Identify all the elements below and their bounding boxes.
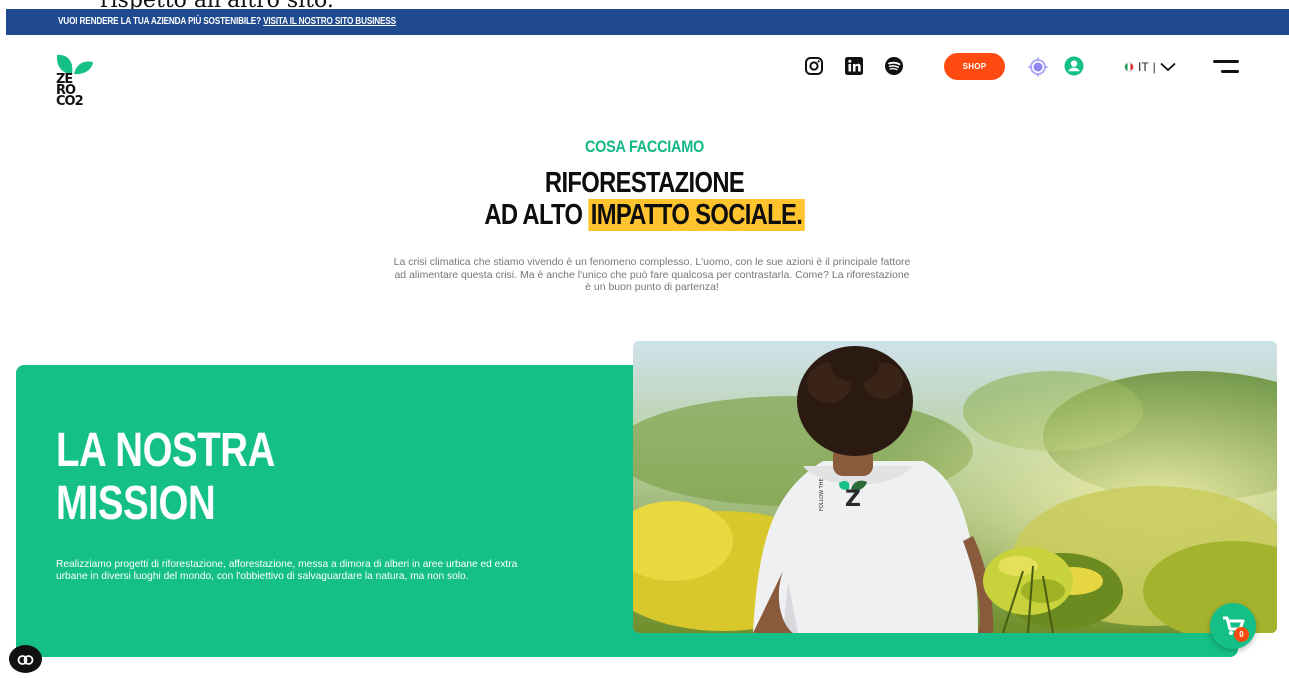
location-target-icon[interactable] xyxy=(1028,57,1048,77)
mission-title-line-2: MISSION xyxy=(56,477,216,530)
spotify-icon[interactable] xyxy=(884,56,904,76)
logo-wordmark: ZE RO CO2 xyxy=(56,72,84,109)
hamburger-menu-button[interactable] xyxy=(1213,60,1239,74)
headline-line-1: RIFORESTAZIONE xyxy=(544,167,745,199)
person-in-field-illustration: Z FOLLOW THE xyxy=(633,341,1277,633)
announcement-message: VUOI RENDERE LA TUA AZIENDA PIÙ SOSTENIB… xyxy=(58,16,261,27)
chevron-down-icon xyxy=(1160,62,1176,72)
business-site-link[interactable]: VISITA IL NOSTRO SITO BUSINESS xyxy=(263,16,396,27)
language-code: IT xyxy=(1138,60,1149,74)
instagram-icon[interactable] xyxy=(804,56,824,76)
language-divider: | xyxy=(1152,60,1156,74)
mission-description: Realizziamo progetti di riforestazione, … xyxy=(56,559,518,582)
mission-photo: Z FOLLOW THE xyxy=(633,341,1277,633)
mission-title-line-1: LA NOSTRA xyxy=(56,424,275,477)
linkedin-icon[interactable] xyxy=(844,56,864,76)
mission-title: LA NOSTRA MISSION xyxy=(56,424,275,530)
cookie-settings-button[interactable] xyxy=(9,645,42,673)
intro-paragraph: La crisi climatica che stiamo vivendo è … xyxy=(393,256,911,293)
shopping-cart-icon xyxy=(1223,616,1245,635)
menu-line-bottom xyxy=(1221,70,1239,73)
menu-line-top xyxy=(1213,60,1239,63)
language-selector[interactable]: IT | xyxy=(1124,58,1176,76)
tshirt-z-letter: Z xyxy=(845,487,861,512)
zeroco2-logo[interactable]: ZE RO CO2 xyxy=(54,52,96,122)
headline-prefix: AD ALTO xyxy=(484,199,583,231)
cart-count-badge: 0 xyxy=(1234,627,1249,642)
headline-highlight: IMPATTO SOCIALE. xyxy=(588,199,805,231)
cart-button[interactable] xyxy=(1210,603,1256,649)
announcement-text: VUOI RENDERE LA TUA AZIENDA PIÙ SOSTENIB… xyxy=(58,16,396,27)
section-eyebrow: COSA FACCIAMO xyxy=(585,137,704,156)
tshirt-print: FOLLOW THE xyxy=(819,478,825,511)
shop-button[interactable]: SHOP xyxy=(944,53,1005,80)
italy-flag-icon xyxy=(1124,62,1134,72)
user-account-icon[interactable] xyxy=(1064,56,1084,76)
announcement-bar: VUOI RENDERE LA TUA AZIENDA PIÙ SOSTENIB… xyxy=(6,9,1289,35)
cookie-icon xyxy=(17,655,34,665)
headline-line-2: AD ALTO IMPATTO SOCIALE. xyxy=(116,199,1173,232)
